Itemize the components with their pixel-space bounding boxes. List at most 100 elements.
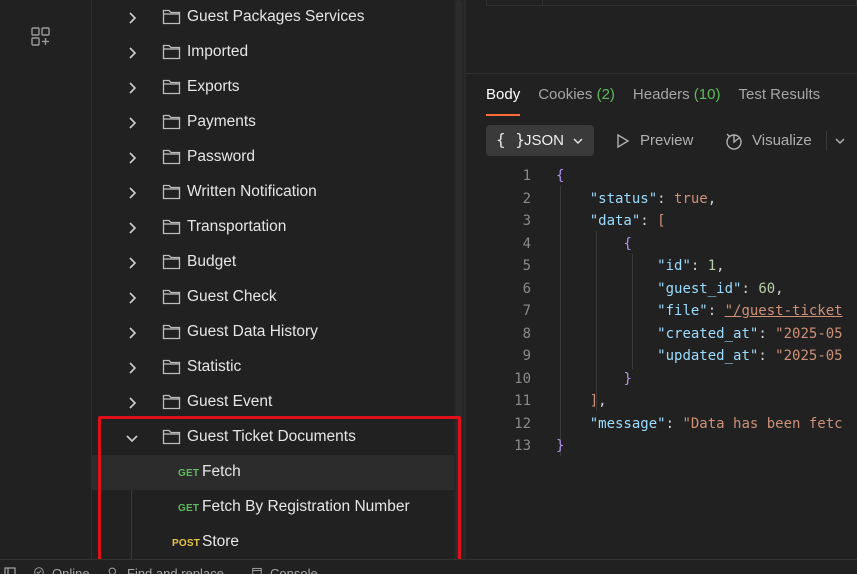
folder-icon bbox=[162, 324, 181, 340]
search-icon bbox=[108, 567, 116, 574]
code-line: 6 "guest_id": 60, bbox=[522, 281, 784, 297]
status-bar: Online Find and replace Console bbox=[0, 559, 857, 574]
folder-item[interactable]: Payments bbox=[92, 105, 454, 140]
folder-label: Guest Event bbox=[187, 393, 273, 410]
folder-item[interactable]: Budget bbox=[92, 245, 454, 280]
folder-icon bbox=[162, 359, 181, 375]
chevron-right-icon[interactable] bbox=[124, 45, 140, 61]
folder-item[interactable]: Guest Packages Services bbox=[92, 0, 454, 35]
folder-icon bbox=[162, 219, 181, 235]
code-line: 2 "status": true, bbox=[522, 191, 717, 207]
request-label: Fetch bbox=[202, 463, 241, 480]
chevron-right-icon[interactable] bbox=[124, 10, 140, 26]
request-label: Store bbox=[202, 533, 240, 550]
format-label: JSON bbox=[524, 132, 565, 149]
tab-headers[interactable]: Headers (10) bbox=[633, 86, 721, 116]
visualize-icon bbox=[726, 133, 742, 150]
online-status-icon bbox=[34, 567, 44, 574]
method-badge: GET bbox=[178, 503, 200, 514]
play-icon bbox=[617, 133, 630, 149]
left-rail bbox=[0, 0, 92, 559]
request-store[interactable]: POST Store bbox=[92, 525, 454, 560]
code-line: 13} bbox=[514, 438, 565, 454]
folder-label: Transportation bbox=[187, 218, 287, 235]
code-line: 9 "updated_at": "2025-05 bbox=[522, 348, 843, 364]
response-toolbar: { } JSON Preview Visualize bbox=[486, 125, 857, 157]
code-line: 11 ], bbox=[514, 393, 607, 409]
folder-item[interactable]: Password bbox=[92, 140, 454, 175]
find-and-replace[interactable]: Find and replace bbox=[127, 566, 224, 574]
folder-icon bbox=[162, 114, 181, 130]
chevron-right-icon[interactable] bbox=[124, 360, 140, 376]
chevron-right-icon[interactable] bbox=[124, 395, 140, 411]
folder-item[interactable]: Guest Data History bbox=[92, 315, 454, 350]
chevron-right-icon[interactable] bbox=[124, 290, 140, 306]
request-label: Fetch By Registration Number bbox=[202, 498, 410, 515]
chevron-right-icon[interactable] bbox=[124, 325, 140, 341]
folder-label: Imported bbox=[187, 43, 249, 60]
console-button[interactable]: Console bbox=[270, 566, 318, 574]
folder-item[interactable]: Exports bbox=[92, 70, 454, 105]
code-line: 10 } bbox=[514, 371, 632, 387]
request-fetch[interactable]: GET Fetch bbox=[92, 455, 454, 490]
code-line: 8 "created_at": "2025-05 bbox=[522, 326, 843, 342]
folder-label: Password bbox=[187, 148, 256, 165]
request-fetch-by-registration-number[interactable]: GET Fetch By Registration Number bbox=[92, 490, 454, 525]
scrollbar-thumb[interactable] bbox=[456, 0, 462, 559]
request-pane-bottom bbox=[466, 0, 857, 74]
folder-icon bbox=[162, 254, 181, 270]
folder-label: Guest Packages Services bbox=[187, 8, 365, 25]
tab-cookies[interactable]: Cookies (2) bbox=[538, 86, 615, 116]
format-dropdown[interactable]: { } JSON bbox=[486, 125, 594, 156]
folder-item[interactable]: Imported bbox=[92, 35, 454, 70]
folder-label: Exports bbox=[187, 78, 240, 95]
collection-tree: Guest Packages Services Imported Exports Pa… bbox=[92, 0, 454, 559]
add-widget-icon[interactable] bbox=[30, 26, 52, 48]
json-response-viewer[interactable]: 1{ 2 "status": true, 3 "data": [ 4 { 5 "… bbox=[466, 166, 857, 466]
sidebar-toggle-icon[interactable] bbox=[4, 567, 16, 574]
tab-test-results[interactable]: Test Results bbox=[738, 86, 820, 116]
sidebar-scrollbar[interactable] bbox=[454, 0, 464, 559]
code-line: 12 "message": "Data has been fetc bbox=[514, 416, 843, 432]
folder-label: Payments bbox=[187, 113, 256, 130]
folder-item[interactable]: Guest Check bbox=[92, 280, 454, 315]
folder-icon bbox=[162, 9, 181, 25]
response-panel: Body Cookies (2) Headers (10) Test Resul… bbox=[466, 0, 857, 559]
chevron-down-icon[interactable] bbox=[124, 430, 140, 446]
folder-icon bbox=[162, 429, 181, 445]
folder-label: Guest Data History bbox=[187, 323, 318, 340]
folder-icon bbox=[162, 289, 181, 305]
code-line: 1{ bbox=[522, 168, 565, 184]
chevron-right-icon[interactable] bbox=[124, 115, 140, 131]
code-line: 7 "file": "/guest-ticket bbox=[522, 303, 843, 319]
folder-item[interactable]: Guest Event bbox=[92, 385, 454, 420]
chevron-right-icon[interactable] bbox=[124, 185, 140, 201]
folder-item[interactable]: Written Notification bbox=[92, 175, 454, 210]
tab-body[interactable]: Body bbox=[486, 86, 521, 116]
folder-icon bbox=[162, 184, 181, 200]
folder-guest-ticket-documents[interactable]: Guest Ticket Documents bbox=[92, 420, 454, 455]
folder-icon bbox=[162, 149, 181, 165]
chevron-right-icon[interactable] bbox=[124, 150, 140, 166]
console-icon bbox=[252, 567, 262, 574]
request-table-edge bbox=[486, 0, 857, 6]
preview-label: Preview bbox=[640, 132, 694, 149]
toolbar-divider bbox=[826, 131, 827, 151]
code-line: 5 "id": 1, bbox=[522, 258, 725, 274]
chevron-right-icon[interactable] bbox=[124, 255, 140, 271]
folder-icon bbox=[162, 394, 181, 410]
braces-icon: { } bbox=[496, 130, 525, 149]
chevron-down-icon[interactable] bbox=[834, 135, 846, 147]
folder-item[interactable]: Statistic bbox=[92, 350, 454, 385]
folder-label: Statistic bbox=[187, 358, 242, 375]
chevron-right-icon[interactable] bbox=[124, 80, 140, 96]
code-line: 3 "data": [ bbox=[522, 213, 666, 229]
folder-label: Guest Check bbox=[187, 288, 277, 305]
method-badge: POST bbox=[172, 538, 201, 549]
online-status[interactable]: Online bbox=[52, 566, 90, 574]
folder-label: Written Notification bbox=[187, 183, 317, 200]
chevron-right-icon[interactable] bbox=[124, 220, 140, 236]
method-badge: GET bbox=[178, 468, 200, 479]
code-line: 4 { bbox=[522, 236, 632, 252]
folder-item[interactable]: Transportation bbox=[92, 210, 454, 245]
